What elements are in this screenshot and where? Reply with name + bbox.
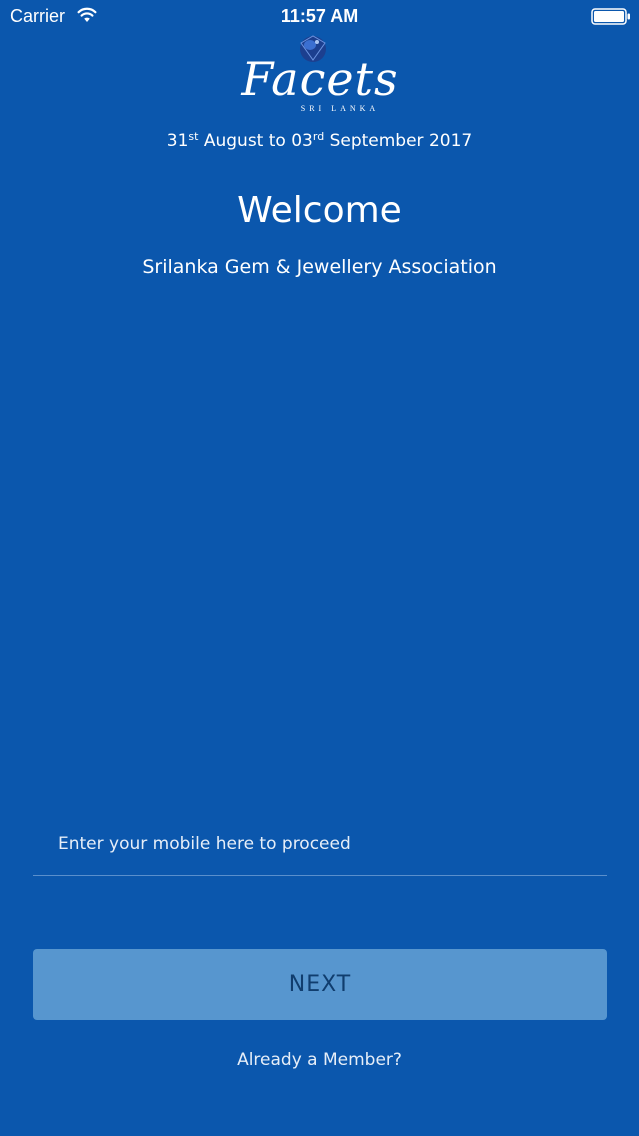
status-time: 11:57 AM [280,6,359,26]
organization-name: Srilanka Gem & Jewellery Association [142,256,497,278]
start-rest: August to 03 [198,131,313,151]
logo-subtitle: SRI LANKA [300,104,380,113]
start-day-suffix: st [188,130,199,143]
mobile-number-input[interactable] [33,812,607,876]
end-rest: September 2017 [324,131,473,151]
logo-wordmark: Facets [241,52,399,106]
already-member-link[interactable]: Already a Member? [0,1050,639,1070]
facets-logo: Facets SRI LANKA [238,30,402,116]
battery-icon [591,8,631,30]
welcome-title: Welcome [237,190,402,231]
start-day: 31 [166,131,189,151]
end-day-suffix: rd [312,130,325,143]
event-dates: 31st August to 03rd September 2017 [0,130,639,151]
next-button[interactable]: NEXT [33,949,607,1020]
status-bar: Carrier 11:57 AM [0,0,639,34]
